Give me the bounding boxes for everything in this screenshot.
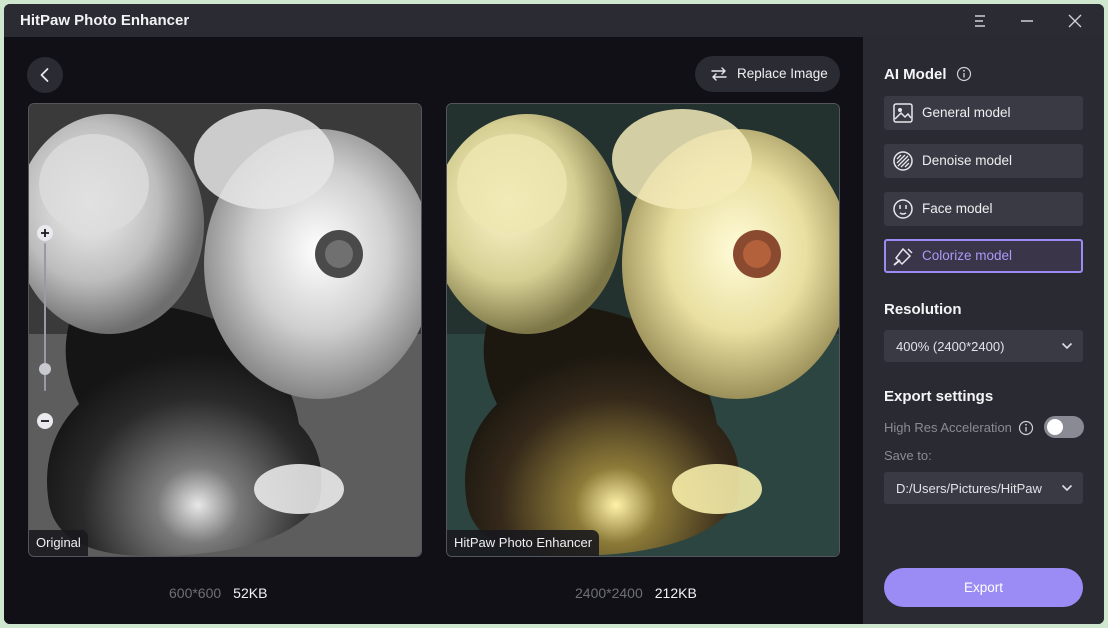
zoom-in-button[interactable]: [37, 225, 53, 241]
original-image[interactable]: Original: [28, 103, 422, 557]
toggle-knob: [1047, 419, 1063, 435]
replace-image-label: Replace Image: [737, 66, 828, 81]
info-icon[interactable]: [956, 66, 972, 82]
save-path-select[interactable]: D:/Users/Pictures/HitPaw: [884, 472, 1083, 504]
high-res-info-icon[interactable]: [1018, 420, 1034, 436]
denoise-icon: [893, 151, 913, 171]
chevron-down-icon: [1061, 342, 1073, 350]
save-path-value: D:/Users/Pictures/HitPaw: [896, 481, 1042, 496]
title-bar: HitPaw Photo Enhancer: [4, 4, 1104, 37]
back-button[interactable]: [27, 57, 63, 93]
close-button[interactable]: [1062, 9, 1088, 33]
minimize-button[interactable]: [1014, 9, 1040, 33]
general-model-label: General model: [922, 105, 1011, 120]
swap-icon: [711, 67, 727, 81]
face-model-label: Face model: [922, 201, 993, 216]
enhanced-image[interactable]: HitPaw Photo Enhancer: [446, 103, 840, 557]
resolution-title: Resolution: [884, 301, 962, 318]
replace-image-button[interactable]: Replace Image: [695, 56, 840, 92]
export-settings-title: Export settings: [884, 388, 994, 405]
enhanced-filesize: 212KB: [654, 585, 697, 601]
compare-area: Replace Image Original HitPaw Photo Enha…: [4, 37, 863, 624]
zoom-out-button[interactable]: [37, 413, 53, 429]
resolution-value: 400% (2400*2400): [896, 339, 1005, 354]
colorize-model-button[interactable]: Colorize model: [884, 239, 1083, 273]
settings-panel: AI Model General model Denoise model Fac…: [863, 37, 1104, 624]
denoise-model-button[interactable]: Denoise model: [884, 144, 1083, 178]
menu-icon: [975, 15, 985, 27]
paint-bucket-icon: [893, 247, 913, 266]
original-dimensions: 600*600: [169, 585, 222, 601]
export-button[interactable]: Export: [884, 568, 1083, 607]
enhanced-label: HitPaw Photo Enhancer: [447, 530, 600, 556]
high-res-toggle[interactable]: [1044, 416, 1084, 438]
minus-icon: [41, 420, 49, 422]
enhanced-meta: 2400*2400 212KB: [575, 585, 697, 601]
app-title: HitPaw Photo Enhancer: [20, 12, 190, 29]
close-icon: [1068, 14, 1082, 28]
export-label: Export: [963, 580, 1004, 595]
face-icon: [893, 199, 913, 219]
resolution-select[interactable]: 400% (2400*2400): [884, 330, 1083, 362]
enhanced-dimensions: 2400*2400: [575, 585, 643, 601]
original-photo: [29, 104, 421, 556]
denoise-model-label: Denoise model: [922, 153, 1013, 168]
enhanced-photo: [447, 104, 839, 556]
original-filesize: 52KB: [233, 585, 268, 601]
chevron-down-icon: [1061, 484, 1073, 492]
original-label: Original: [29, 530, 88, 556]
zoom-slider: [35, 221, 55, 433]
menu-button[interactable]: [967, 9, 993, 33]
original-meta: 600*600 52KB: [169, 585, 267, 601]
plus-icon: [41, 229, 49, 237]
face-model-button[interactable]: Face model: [884, 192, 1083, 226]
save-to-label: Save to:: [884, 448, 932, 463]
colorize-model-label: Colorize model: [922, 248, 1013, 263]
chevron-left-icon: [40, 68, 49, 82]
high-res-label: High Res Acceleration: [884, 420, 1012, 435]
zoom-handle[interactable]: [39, 362, 51, 375]
general-model-button[interactable]: General model: [884, 96, 1083, 130]
image-icon: [893, 103, 913, 123]
app-window: HitPaw Photo Enhancer Replace Image Orig…: [4, 4, 1104, 624]
minimize-icon: [1021, 20, 1033, 22]
ai-model-title: AI Model: [884, 66, 947, 83]
